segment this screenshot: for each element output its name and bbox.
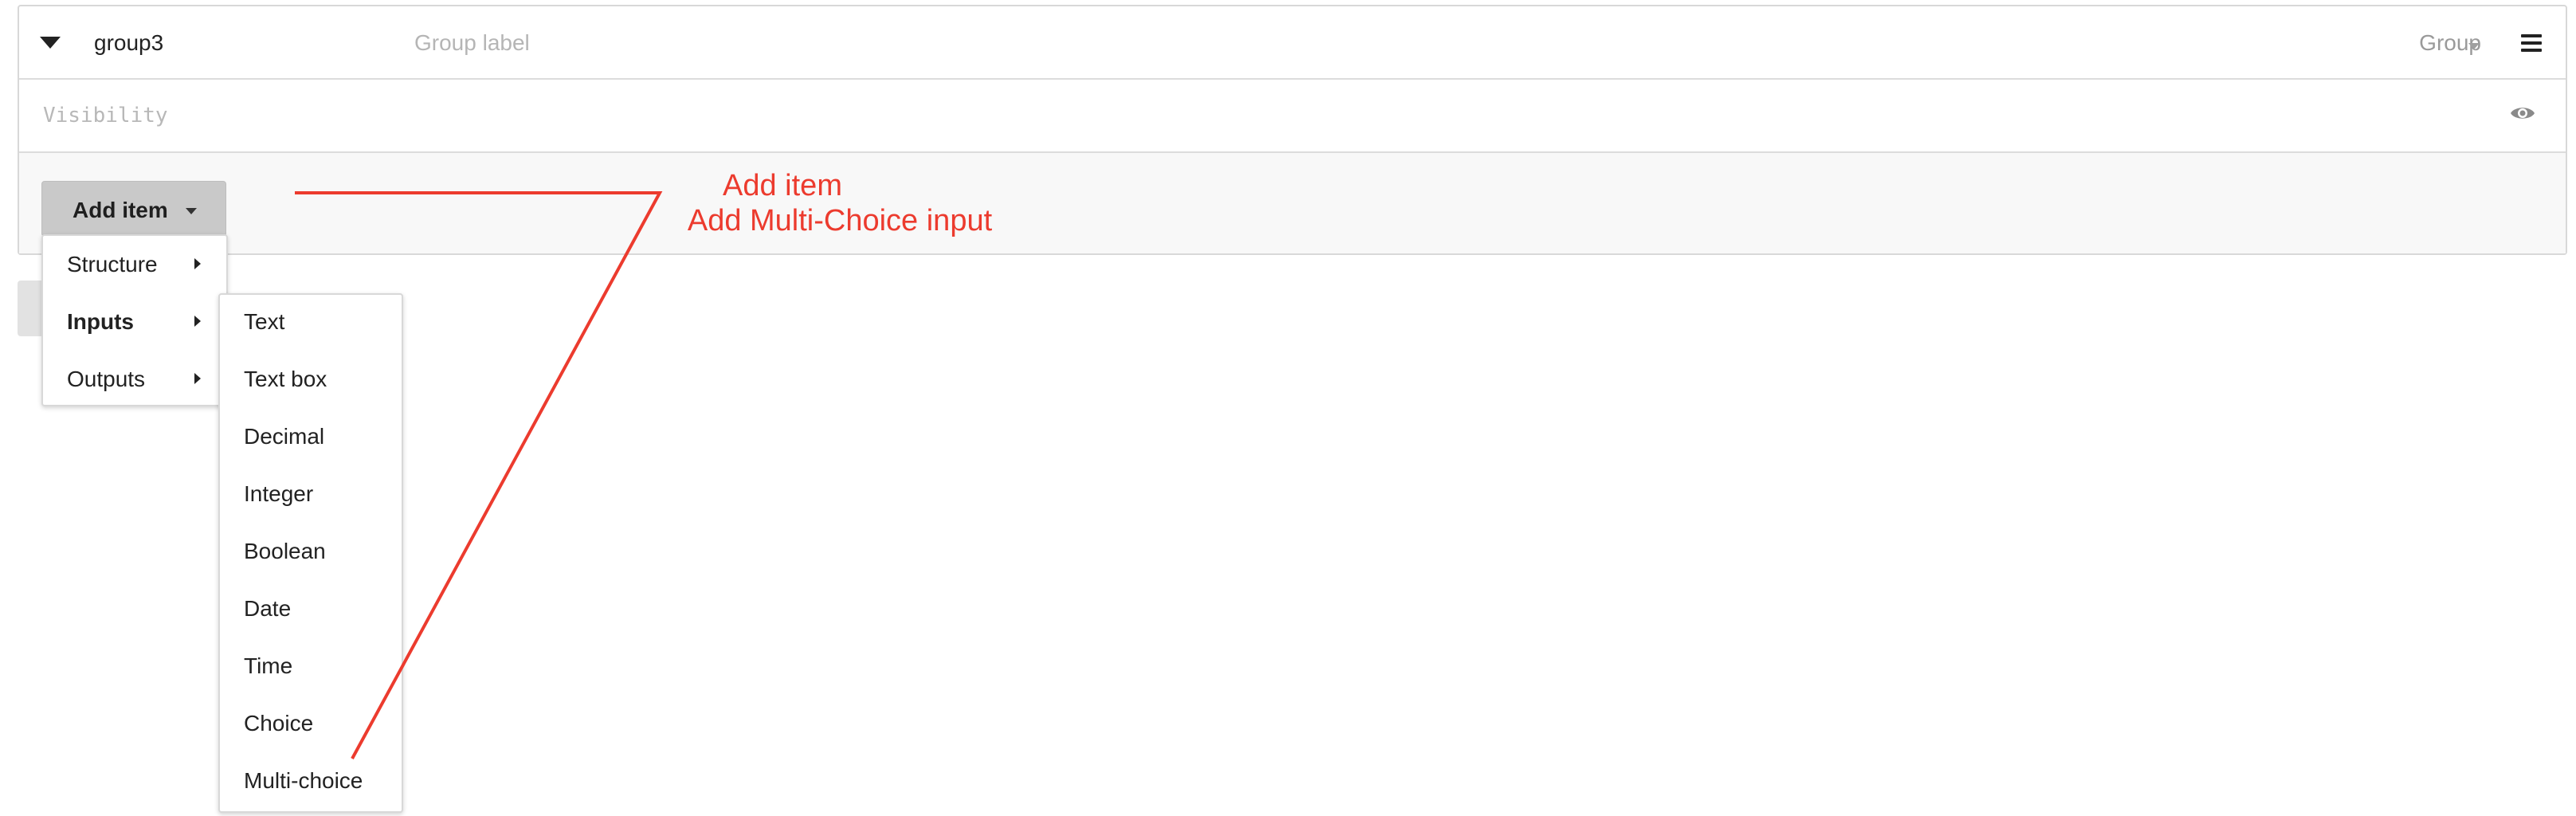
submenu-item-text[interactable]: Text	[244, 309, 284, 335]
collapse-caret-icon[interactable]	[40, 37, 61, 49]
submenu-item-integer[interactable]: Integer	[244, 481, 313, 507]
submenu-item-boolean[interactable]: Boolean	[244, 539, 326, 564]
submenu-item-decimal[interactable]: Decimal	[244, 424, 324, 449]
chevron-right-icon	[194, 373, 201, 384]
visibility-row: Visibility	[19, 78, 2566, 153]
group-card: group3 Group label Group Visibility Add …	[18, 5, 2567, 255]
annotation-text-add-item: Add item	[723, 169, 842, 202]
partially-hidden-button[interactable]	[18, 280, 43, 336]
hamburger-menu-icon[interactable]	[2521, 34, 2542, 52]
submenu-item-date[interactable]: Date	[244, 596, 291, 622]
menu-item-structure[interactable]: Structure	[67, 252, 158, 277]
menu-item-inputs[interactable]: Inputs	[67, 309, 134, 335]
inputs-submenu: Text Text box Decimal Integer Boolean Da…	[218, 293, 403, 813]
chevron-right-icon	[194, 316, 201, 327]
add-item-menu: Structure Inputs Outputs	[41, 234, 228, 406]
submenu-item-choice[interactable]: Choice	[244, 711, 313, 736]
chevron-down-icon	[186, 208, 197, 214]
add-item-label: Add item	[73, 198, 168, 222]
group-name-field[interactable]: group3	[94, 30, 163, 56]
menu-item-outputs[interactable]: Outputs	[67, 367, 145, 392]
visibility-input[interactable]: Visibility	[43, 104, 168, 128]
add-item-button[interactable]: Add item	[41, 181, 226, 237]
group-label-input[interactable]: Group label	[414, 30, 530, 56]
eye-icon[interactable]	[2510, 104, 2535, 123]
submenu-item-time[interactable]: Time	[244, 653, 292, 679]
submenu-item-multi-choice[interactable]: Multi-choice	[244, 768, 363, 794]
submenu-item-text-box[interactable]: Text box	[244, 367, 327, 392]
group-header: group3 Group label Group	[19, 6, 2566, 80]
chevron-right-icon	[194, 258, 201, 269]
group-actions-row: Add item	[19, 153, 2566, 253]
annotation-text-multi-choice: Add Multi-Choice input	[687, 204, 993, 237]
chevron-down-icon[interactable]	[2468, 43, 2480, 49]
